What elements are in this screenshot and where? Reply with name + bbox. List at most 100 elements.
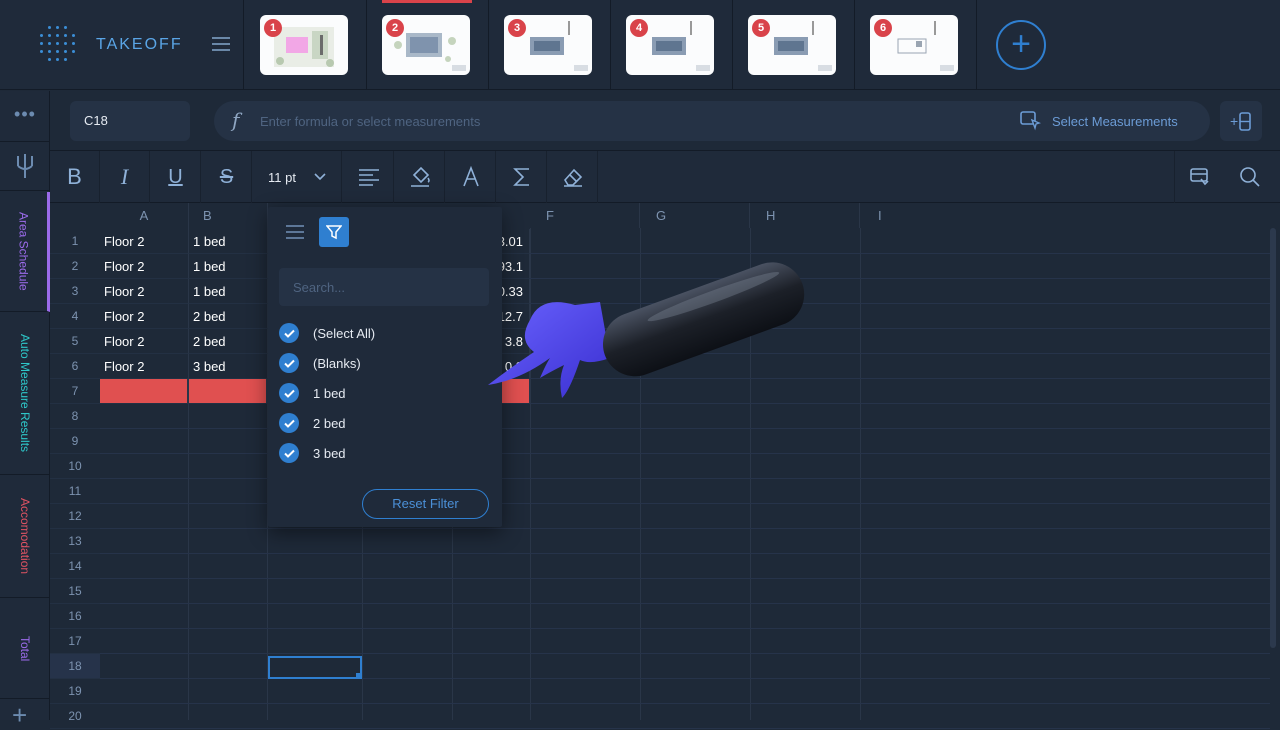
tab-total[interactable]: Total bbox=[0, 599, 50, 699]
row-header[interactable]: 17 bbox=[50, 629, 100, 654]
cell-reference-box[interactable]: C18 bbox=[70, 101, 190, 141]
row-header[interactable]: 6 bbox=[50, 354, 100, 379]
page-thumbnail[interactable]: 6 bbox=[870, 15, 958, 75]
underline-button[interactable]: U bbox=[151, 151, 201, 203]
tab-auto-measure-results[interactable]: Auto Measure Results bbox=[0, 313, 50, 475]
tab-label: Total bbox=[18, 635, 32, 662]
cell-b[interactable]: 1 bed bbox=[189, 254, 268, 279]
formula-input[interactable] bbox=[260, 111, 860, 131]
cell-a[interactable]: Floor 2 bbox=[100, 329, 189, 354]
page-slot-6[interactable]: 6 bbox=[855, 0, 977, 90]
reset-filter-button[interactable]: Reset Filter bbox=[362, 489, 489, 519]
cell-a[interactable]: Floor 2 bbox=[100, 304, 189, 329]
row-header[interactable]: 9 bbox=[50, 429, 100, 454]
highlighted-cell[interactable] bbox=[100, 379, 188, 404]
sum-button[interactable] bbox=[497, 151, 547, 203]
filter-search-input[interactable] bbox=[279, 268, 489, 306]
font-size-select[interactable]: 11 pt bbox=[254, 151, 342, 203]
row-header[interactable]: 18 bbox=[50, 654, 100, 679]
row-header[interactable]: 15 bbox=[50, 579, 100, 604]
checkbox-checked-icon bbox=[279, 413, 299, 433]
cell-b[interactable]: 2 bed bbox=[189, 304, 268, 329]
select-measurements-button[interactable]: Select Measurements bbox=[1020, 108, 1178, 134]
svg-text:+: + bbox=[1230, 113, 1238, 129]
page-slot-2[interactable]: 2 bbox=[367, 0, 489, 90]
text-color-button[interactable] bbox=[446, 151, 496, 203]
filter-option-1-bed[interactable]: 1 bed bbox=[279, 381, 346, 405]
selected-cell[interactable] bbox=[268, 656, 362, 679]
cell-a[interactable]: Floor 2 bbox=[100, 229, 189, 254]
column-header-i[interactable]: I bbox=[860, 203, 1270, 228]
cell-b[interactable]: 1 bed bbox=[189, 279, 268, 304]
row-header[interactable]: 1 bbox=[50, 229, 100, 254]
list-icon[interactable] bbox=[286, 225, 304, 239]
page-slot-5[interactable]: 5 bbox=[733, 0, 855, 90]
cell-a[interactable]: Floor 2 bbox=[100, 254, 189, 279]
tab-accomodation[interactable]: Accomodation bbox=[0, 476, 50, 598]
fill-color-button[interactable] bbox=[395, 151, 445, 203]
checkbox-checked-icon bbox=[279, 323, 299, 343]
cell-a[interactable]: Floor 2 bbox=[100, 279, 189, 304]
row-header[interactable]: 2 bbox=[50, 254, 100, 279]
row-header[interactable]: 5 bbox=[50, 329, 100, 354]
row-header[interactable]: 8 bbox=[50, 404, 100, 429]
filter-option-label: (Select All) bbox=[313, 325, 376, 341]
align-left-icon bbox=[358, 169, 379, 186]
italic-button[interactable]: I bbox=[100, 151, 150, 203]
row-header[interactable]: 16 bbox=[50, 604, 100, 629]
bold-button[interactable]: B bbox=[50, 151, 100, 203]
highlighted-cell[interactable] bbox=[189, 379, 267, 404]
add-page-button[interactable]: + bbox=[996, 20, 1046, 70]
add-column-icon[interactable]: + bbox=[1220, 101, 1262, 141]
search-icon bbox=[1240, 167, 1260, 187]
row-header[interactable]: 10 bbox=[50, 454, 100, 479]
cell-a[interactable]: Floor 2 bbox=[100, 354, 189, 379]
cell-b[interactable]: 1 bed bbox=[189, 229, 268, 254]
filter-option-3-bed[interactable]: 3 bed bbox=[279, 441, 346, 465]
column-header-f[interactable]: F bbox=[530, 203, 640, 228]
add-sheet-icon[interactable]: + bbox=[12, 702, 27, 728]
page-slot-1[interactable]: 1 bbox=[245, 0, 367, 90]
filter-icon[interactable] bbox=[319, 217, 349, 247]
more-options-icon[interactable]: ••• bbox=[0, 91, 50, 141]
page-thumbnail[interactable]: 2 bbox=[382, 15, 470, 75]
page-thumbnail[interactable]: 1 bbox=[260, 15, 348, 75]
hamburger-menu-icon[interactable] bbox=[212, 37, 230, 53]
row-header[interactable]: 19 bbox=[50, 679, 100, 704]
cell-b[interactable]: 2 bed bbox=[189, 329, 268, 354]
row-header[interactable]: 13 bbox=[50, 529, 100, 554]
fork-icon[interactable] bbox=[0, 141, 50, 191]
page-slot-3[interactable]: 3 bbox=[489, 0, 611, 90]
column-header-h[interactable]: H bbox=[750, 203, 860, 228]
filter-option-label: 2 bed bbox=[313, 415, 346, 431]
page-thumbnail[interactable]: 5 bbox=[748, 15, 836, 75]
row-header[interactable]: 20 bbox=[50, 704, 100, 729]
row-header[interactable]: 14 bbox=[50, 554, 100, 579]
tab-area-schedule[interactable]: Area Schedule bbox=[0, 192, 50, 312]
page-thumbnail[interactable]: 3 bbox=[504, 15, 592, 75]
filter-option-label: 3 bed bbox=[313, 445, 346, 461]
filter-option-2-bed[interactable]: 2 bed bbox=[279, 411, 346, 435]
clear-format-button[interactable] bbox=[548, 151, 598, 203]
row-header[interactable]: 3 bbox=[50, 279, 100, 304]
page-slot-4[interactable]: 4 bbox=[611, 0, 733, 90]
strikethrough-button[interactable]: S bbox=[202, 151, 252, 203]
select-cursor-icon bbox=[1020, 111, 1041, 131]
filter-option-blanks[interactable]: (Blanks) bbox=[279, 351, 361, 375]
column-header-g[interactable]: G bbox=[640, 203, 750, 228]
row-header[interactable]: 11 bbox=[50, 479, 100, 504]
page-thumbnail[interactable]: 4 bbox=[626, 15, 714, 75]
column-header-b[interactable]: B bbox=[189, 203, 268, 228]
row-header[interactable]: 4 bbox=[50, 304, 100, 329]
align-button[interactable] bbox=[344, 151, 394, 203]
vertical-scrollbar[interactable] bbox=[1270, 228, 1276, 648]
column-header-a[interactable]: A bbox=[100, 203, 189, 228]
filter-option-select-all[interactable]: (Select All) bbox=[279, 321, 375, 345]
text-color-icon bbox=[462, 166, 479, 187]
fill-handle[interactable] bbox=[356, 673, 361, 678]
row-header[interactable]: 7 bbox=[50, 379, 100, 404]
search-button[interactable] bbox=[1225, 151, 1275, 203]
row-header[interactable]: 12 bbox=[50, 504, 100, 529]
conditional-format-button[interactable] bbox=[1174, 151, 1224, 203]
cell-b[interactable]: 3 bed bbox=[189, 354, 268, 379]
